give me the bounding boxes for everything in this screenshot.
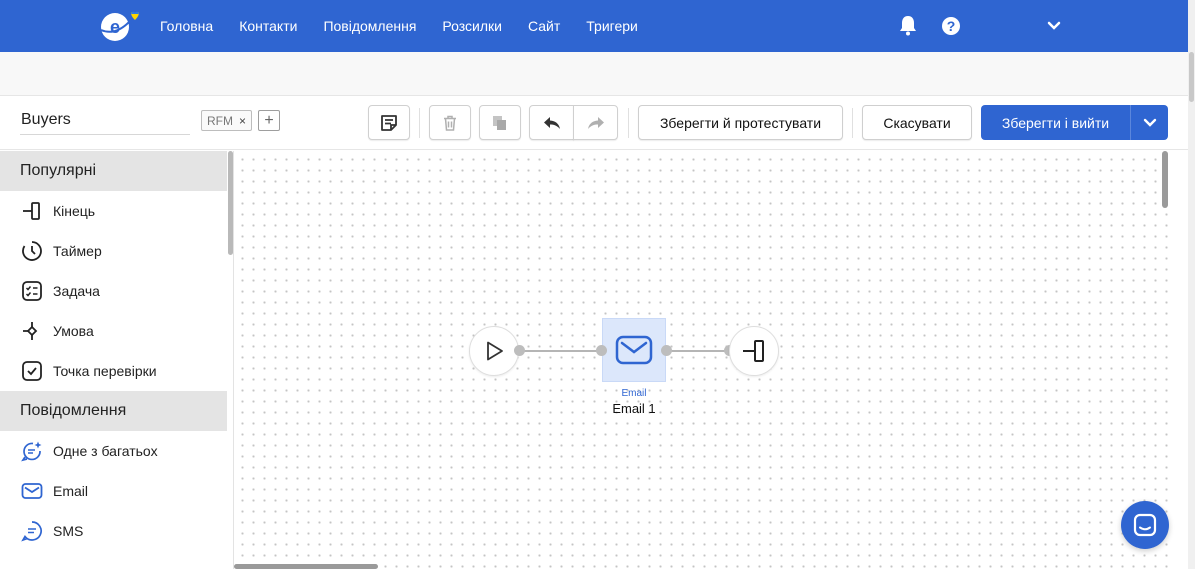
delete-button[interactable] — [429, 105, 471, 140]
svg-text:e: e — [110, 17, 120, 37]
support-chat-button[interactable] — [1121, 501, 1169, 549]
tag-chip: RFM × — [201, 110, 253, 131]
palette-item-condition[interactable]: Умова — [0, 311, 227, 351]
play-icon — [487, 341, 503, 361]
start-node[interactable] — [469, 326, 519, 376]
chevron-down-icon — [1143, 118, 1156, 127]
email-icon — [20, 479, 44, 503]
canvas-horizontal-scrollbar[interactable] — [234, 564, 378, 569]
cancel-button[interactable]: Скасувати — [862, 105, 972, 140]
palette-item-timer[interactable]: Таймер — [0, 231, 227, 271]
connector-line — [666, 350, 729, 352]
palette-item-label: Одне з багатьох — [53, 443, 158, 459]
nav-campaigns[interactable]: Розсилки — [442, 18, 502, 34]
save-options-dropdown[interactable] — [1130, 105, 1168, 140]
help-icon[interactable]: ? — [941, 16, 961, 36]
workflow-canvas[interactable] — [234, 151, 1169, 569]
account-chevron-down-icon[interactable] — [1046, 20, 1062, 32]
palette-item-label: Задача — [53, 283, 100, 299]
trash-icon — [444, 115, 456, 131]
nav-messages[interactable]: Повідомлення — [323, 18, 416, 34]
connector-line — [519, 350, 602, 352]
sms-icon — [20, 519, 44, 543]
palette-item-label: Email — [53, 483, 89, 499]
canvas-vertical-scrollbar[interactable] — [1162, 151, 1168, 208]
notes-button[interactable] — [368, 105, 410, 140]
palette-item-checkpoint[interactable]: Точка перевірки — [0, 351, 227, 391]
toolbar-divider — [419, 108, 420, 138]
one-of-many-icon — [20, 439, 44, 463]
nav-triggers[interactable]: Тригери — [586, 18, 638, 34]
redo-icon — [587, 116, 604, 129]
redo-button[interactable] — [573, 105, 618, 140]
palette-item-end[interactable]: Кінець — [0, 191, 227, 231]
header-spacer — [0, 52, 1188, 96]
undo-button[interactable] — [529, 105, 574, 140]
end-icon — [743, 340, 764, 362]
section-popular: Популярні — [0, 151, 227, 191]
copy-icon — [493, 115, 506, 130]
task-icon — [20, 279, 44, 303]
duplicate-button[interactable] — [479, 105, 521, 140]
main-nav: Головна Контакти Повідомлення Розсилки С… — [160, 0, 638, 52]
toolbar-divider — [628, 108, 629, 138]
nav-contacts[interactable]: Контакти — [239, 18, 297, 34]
workflow-name-input[interactable] — [20, 106, 190, 135]
end-node[interactable] — [729, 326, 779, 376]
timer-icon — [20, 239, 44, 263]
palette-item-label: Умова — [53, 323, 94, 339]
email-node-input-port[interactable] — [596, 345, 607, 356]
end-icon — [20, 199, 44, 223]
page-scrollbar[interactable] — [1188, 0, 1195, 569]
palette-item-label: Таймер — [53, 243, 102, 259]
top-navigation-bar: e Головна Контакти Повідомлення Розсилки… — [0, 0, 1188, 52]
page-scrollbar-thumb[interactable] — [1189, 52, 1194, 102]
email-node-name[interactable]: Email 1 — [590, 401, 678, 416]
condition-icon — [20, 319, 44, 343]
section-messages: Повідомлення — [0, 391, 227, 431]
nav-home[interactable]: Головна — [160, 18, 213, 34]
toolbar-divider — [852, 108, 853, 138]
save-and-exit-button[interactable]: Зберегти і вийти — [981, 105, 1130, 140]
palette-item-one-of-many[interactable]: Одне з багатьох — [0, 431, 227, 471]
palette-item-email[interactable]: Email — [0, 471, 227, 511]
block-palette-sidebar: Популярні Кінець Таймер Задача Умова Точ… — [0, 151, 234, 569]
chat-icon — [1133, 513, 1157, 537]
palette-item-task[interactable]: Задача — [0, 271, 227, 311]
email-icon — [615, 335, 653, 365]
tag-remove-icon[interactable]: × — [239, 114, 246, 128]
start-node-output-port[interactable] — [514, 345, 525, 356]
palette-item-label: Кінець — [53, 203, 96, 219]
undo-icon — [543, 116, 560, 129]
svg-text:?: ? — [947, 18, 956, 34]
save-and-test-button[interactable]: Зберегти й протестувати — [638, 105, 843, 140]
email-node-type-label: Email — [621, 388, 647, 399]
nav-site[interactable]: Сайт — [528, 18, 560, 34]
email-node[interactable] — [602, 318, 666, 382]
email-node-output-port[interactable] — [661, 345, 672, 356]
note-icon — [381, 114, 397, 131]
palette-item-label: Точка перевірки — [53, 363, 157, 379]
checkpoint-icon — [20, 359, 44, 383]
tag-label: RFM — [207, 113, 233, 128]
add-tag-button[interactable]: + — [258, 110, 280, 131]
bell-icon[interactable] — [898, 14, 918, 36]
esputnik-logo[interactable]: e — [99, 8, 147, 44]
sidebar-scrollbar-thumb[interactable] — [228, 151, 233, 255]
palette-item-label: SMS — [53, 523, 84, 539]
palette-item-sms[interactable]: SMS — [0, 511, 227, 551]
